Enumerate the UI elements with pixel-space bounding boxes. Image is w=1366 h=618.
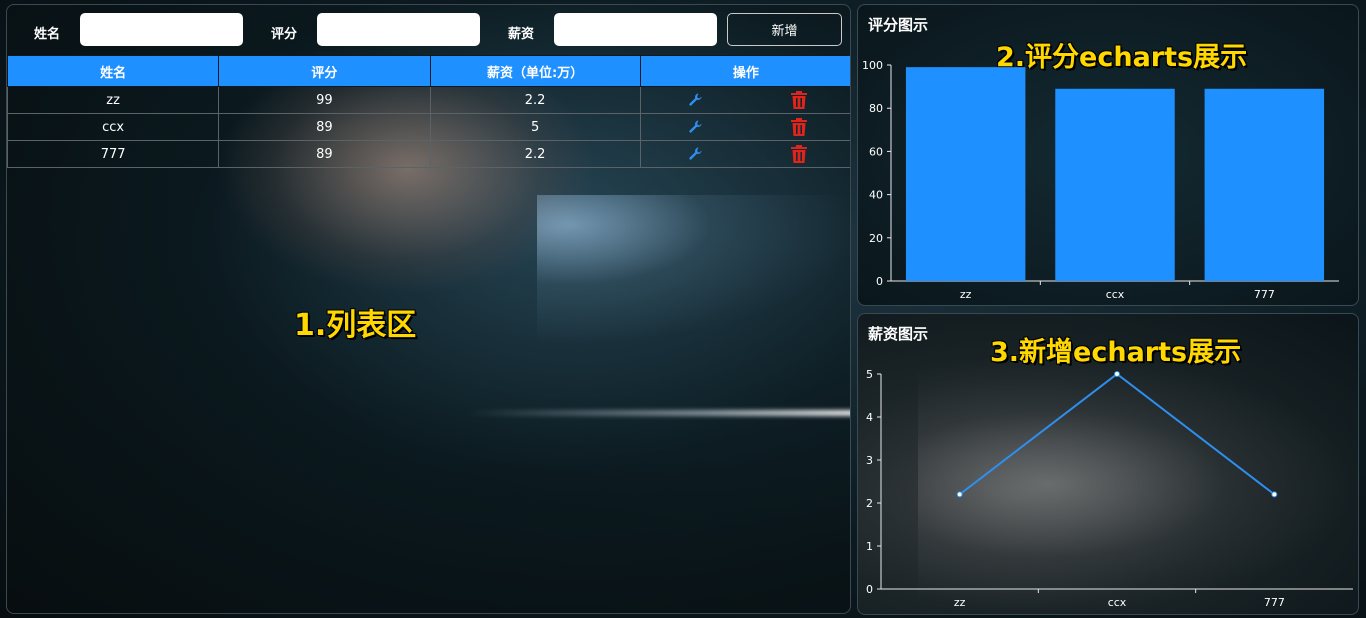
column-header-actions: 操作	[639, 55, 850, 87]
annotation-list-area: 1.列表区	[294, 308, 417, 343]
cell-name: ccx	[7, 113, 220, 141]
bar	[905, 67, 1026, 281]
cell-salary: 2.2	[429, 86, 641, 114]
add-form: 姓名 评分 薪资 新增	[7, 13, 850, 49]
y-tick-label: 100	[862, 59, 883, 72]
table-header-row: 姓名 评分 薪资（单位:万） 操作	[7, 55, 850, 87]
series-line	[959, 372, 1275, 496]
x-tick-label: 777	[1264, 596, 1285, 609]
score-label: 评分	[271, 27, 298, 42]
employee-table: 姓名 评分 薪资（单位:万） 操作 zz 99 2.2 ccx 89 5 777…	[7, 55, 850, 168]
background-spark-image	[537, 195, 850, 345]
y-tick-label: 40	[869, 189, 883, 202]
trash-icon[interactable]	[790, 117, 808, 137]
x-tick-label: ccx	[1106, 288, 1125, 301]
y-tick-label: 60	[869, 145, 883, 158]
column-header-salary: 薪资（单位:万）	[429, 55, 641, 87]
table-row: zz 99 2.2	[7, 86, 850, 114]
data-point	[1271, 491, 1278, 498]
cell-actions	[639, 113, 850, 141]
salary-line-chart: 0 1 2 3 4 5 zz ccx 777	[866, 368, 1353, 609]
column-header-score: 评分	[218, 55, 431, 87]
data-point	[956, 491, 963, 498]
salary-label: 薪资	[508, 27, 535, 42]
list-panel: 姓名 评分 薪资 新增 姓名 评分 薪资（单位:万） 操作 zz 99 2.2	[6, 4, 851, 614]
x-tick-label: zz	[954, 596, 966, 609]
salary-chart-panel: 薪资图示 3.新增echarts展示 0 1 2 3 4 5 zz ccx 777	[857, 313, 1359, 615]
y-tick-label: 80	[869, 102, 883, 115]
data-point	[1114, 371, 1120, 377]
trash-icon[interactable]	[790, 90, 808, 110]
column-header-name: 姓名	[7, 55, 220, 87]
bar	[1204, 88, 1325, 281]
background-glow-line	[467, 410, 850, 416]
table-row: ccx 89 5	[7, 113, 850, 141]
y-tick-label: 5	[866, 368, 873, 381]
name-input[interactable]	[80, 13, 243, 46]
score-input[interactable]	[317, 13, 480, 46]
wrench-icon[interactable]	[687, 119, 703, 135]
salary-input[interactable]	[554, 13, 717, 46]
y-tick-label: 0	[866, 583, 873, 596]
add-button[interactable]: 新增	[727, 13, 842, 46]
y-tick-label: 2	[866, 497, 873, 510]
cell-score: 99	[218, 86, 431, 114]
bar	[1055, 88, 1175, 281]
x-tick-label: zz	[960, 288, 972, 301]
cell-actions	[639, 140, 850, 168]
cell-score: 89	[218, 140, 431, 168]
cell-name: zz	[7, 86, 220, 114]
y-tick-label: 0	[876, 275, 883, 288]
y-tick-label: 1	[866, 540, 873, 553]
score-chart-panel: 评分图示 2.评分echarts展示 0 20 40 60 80 100 zz ccx 777	[857, 4, 1359, 306]
y-tick-label: 20	[869, 232, 883, 245]
wrench-icon[interactable]	[687, 92, 703, 108]
cell-score: 89	[218, 113, 431, 141]
score-bar-chart: 0 20 40 60 80 100 zz ccx 777	[862, 59, 1339, 301]
wrench-icon[interactable]	[687, 146, 703, 162]
name-label: 姓名	[34, 27, 61, 42]
x-tick-label: 777	[1254, 288, 1275, 301]
cell-name: 777	[7, 140, 220, 168]
y-tick-label: 4	[866, 411, 873, 424]
y-tick-label: 3	[866, 454, 873, 467]
table-row: 777 89 2.2	[7, 140, 850, 168]
x-tick-label: ccx	[1108, 596, 1127, 609]
cell-actions	[639, 86, 850, 114]
cell-salary: 5	[429, 113, 641, 141]
trash-icon[interactable]	[790, 144, 808, 164]
cell-salary: 2.2	[429, 140, 641, 168]
